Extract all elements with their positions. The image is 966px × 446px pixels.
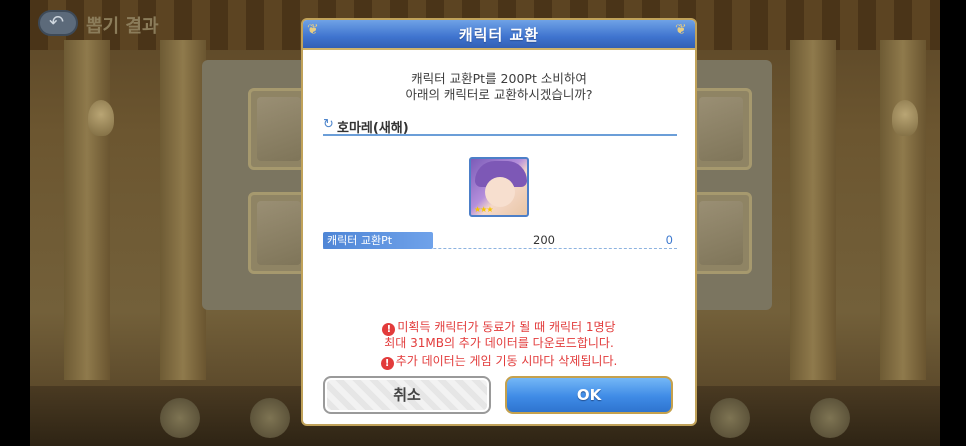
pillar-right-2 [880,40,926,380]
menu-icon[interactable] [810,398,850,438]
warning-line2: 최대 31MB의 추가 데이터를 다운로드합니다. [384,336,614,350]
letterbox-right [940,0,966,446]
points-cost: 200 [533,233,555,247]
lamp-icon [88,100,114,136]
pillar-right [790,40,836,380]
warning-line3: ! 추가 데이터는 게임 기동 시마다 삭제됩니다. [303,352,695,370]
character-name: 호마레(새해) [337,121,409,136]
exchange-dialog: ❦ ❦ 캐릭터 교환 캐릭터 교환Pt를 200Pt 소비하여 아래의 캐릭터로… [303,20,695,424]
dialog-header: ❦ ❦ 캐릭터 교환 [303,20,695,50]
name-marker-icon: ↻ [323,117,334,132]
menu-icon[interactable] [160,398,200,438]
cancel-button[interactable]: 취소 [323,376,491,414]
letterbox-left [0,0,30,446]
back-arrow-icon: ↶ [49,12,65,33]
back-button[interactable]: ↶ [38,10,78,36]
exchange-points-row: 캐릭터 교환Pt 200 0 [323,232,677,249]
confirm-message-line2: 아래의 캐릭터로 교환하시겠습니까? [405,87,593,102]
character-portrait[interactable]: ★★★ [469,157,529,217]
rarity-stars-icon: ★★★ [474,205,493,214]
menu-icon[interactable] [250,398,290,438]
result-card [248,192,310,274]
pillar-left-2 [160,40,206,380]
menu-icon[interactable] [710,398,750,438]
warning-icon: ! [380,357,394,370]
points-remaining: 0 [665,233,673,247]
result-card [690,88,752,170]
background-title: 뽑기 결과 [86,16,159,37]
result-card [690,192,752,274]
dialog-title: 캐릭터 교환 [458,26,540,44]
points-label: 캐릭터 교환Pt [323,232,433,249]
lamp-icon [892,100,918,136]
character-name-row: ↻ 호마레(새해) [323,116,677,136]
result-card [248,88,310,170]
pillar-left [64,40,110,380]
ok-button[interactable]: OK [505,376,673,414]
